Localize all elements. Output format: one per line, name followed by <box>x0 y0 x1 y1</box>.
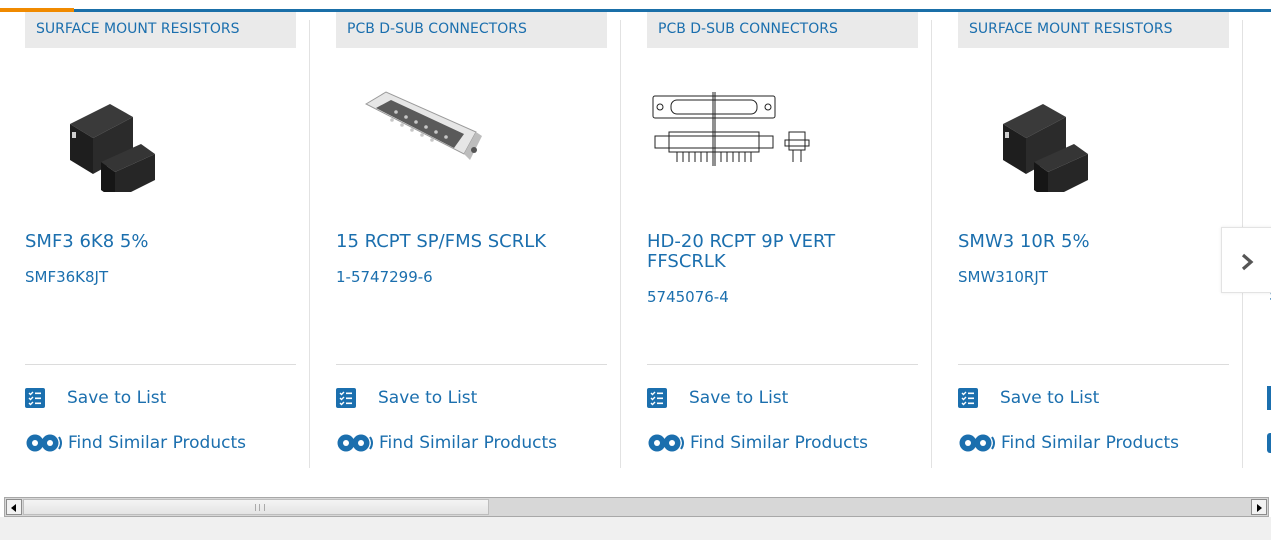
save-to-list-label: Save to List <box>378 388 478 408</box>
category-tab[interactable]: PCB D-SUB CONNECTORS <box>336 12 607 48</box>
footer-strip <box>0 517 1271 540</box>
scroll-left-button[interactable] <box>6 499 22 515</box>
checklist-icon <box>25 388 45 415</box>
gears-icon <box>336 433 378 460</box>
product-image[interactable] <box>25 72 195 200</box>
category-tab[interactable]: SURFACE MOUNT RESISTORS <box>958 12 1229 48</box>
category-tab[interactable]: SURFACE MOUNT RESISTORS <box>25 12 296 48</box>
scrollbar-thumb[interactable] <box>23 499 489 515</box>
triangle-left-icon <box>11 504 16 512</box>
save-to-list-label: Save to List <box>1000 388 1100 408</box>
divider <box>958 364 1229 365</box>
checklist-icon <box>336 388 356 415</box>
product-image[interactable] <box>647 72 817 192</box>
card-separator <box>620 20 621 468</box>
product-carousel: SURFACE MOUNT RESISTORS SMF3 6K8 5% SMF3… <box>0 12 1271 470</box>
product-card: PCB D-SUB CONNECTORS HD-20 RCPT 9P VERT … <box>622 12 932 470</box>
triangle-right-icon <box>1257 504 1262 512</box>
scrollbar-grip <box>255 504 265 511</box>
product-image[interactable] <box>958 72 1128 200</box>
product-card: PCB D-SUB CONNECTORS 15 RCPT SP/FMS SCRL… <box>311 12 621 470</box>
part-number-link[interactable]: SMF36K8JT <box>25 268 108 286</box>
divider <box>336 364 607 365</box>
gears-icon <box>647 433 689 460</box>
product-name-link[interactable]: 15 RCPT SP/FMS SCRLK <box>336 232 586 252</box>
scroll-right-button[interactable] <box>1251 499 1267 515</box>
product-card: SURFACE MOUNT RESISTORS SMW3 10R 5% SMW3… <box>933 12 1243 470</box>
product-image[interactable] <box>336 72 506 192</box>
find-similar-label: Find Similar Products <box>68 433 246 453</box>
find-similar-label: Find Similar Products <box>1001 433 1179 453</box>
find-similar-label: Find Similar Products <box>690 433 868 453</box>
top-accent-bar <box>0 0 1271 12</box>
chevron-right-icon <box>1241 253 1254 271</box>
divider <box>647 364 918 365</box>
product-name-link[interactable]: SMF3 6K8 5% <box>25 232 275 252</box>
product-card: SURFACE MOUNT RESISTORS SMF3 6K8 5% SMF3… <box>0 12 310 470</box>
gears-icon <box>25 433 67 460</box>
save-to-list-label: Save to List <box>67 388 167 408</box>
checklist-icon[interactable] <box>1267 386 1271 410</box>
product-name-link[interactable]: HD-20 RCPT 9P VERT FFSCRLK <box>647 232 897 272</box>
checklist-icon <box>958 388 978 415</box>
part-number-link[interactable]: SMW310RJT <box>958 268 1048 286</box>
find-similar-label: Find Similar Products <box>379 433 557 453</box>
horizontal-scrollbar[interactable] <box>4 497 1269 517</box>
category-tab[interactable]: PCB D-SUB CONNECTORS <box>647 12 918 48</box>
part-number-link[interactable]: 5745076-4 <box>647 288 729 306</box>
product-name-link[interactable]: SMW3 10R 5% <box>958 232 1208 252</box>
divider <box>25 364 296 365</box>
checklist-icon <box>647 388 667 415</box>
card-separator <box>931 20 932 468</box>
save-to-list-label: Save to List <box>689 388 789 408</box>
part-number-link[interactable]: 1-5747299-6 <box>336 268 433 286</box>
gears-icon <box>958 433 1000 460</box>
carousel-next-button[interactable] <box>1221 227 1271 293</box>
card-separator <box>309 20 310 468</box>
gears-icon[interactable] <box>1267 433 1271 453</box>
